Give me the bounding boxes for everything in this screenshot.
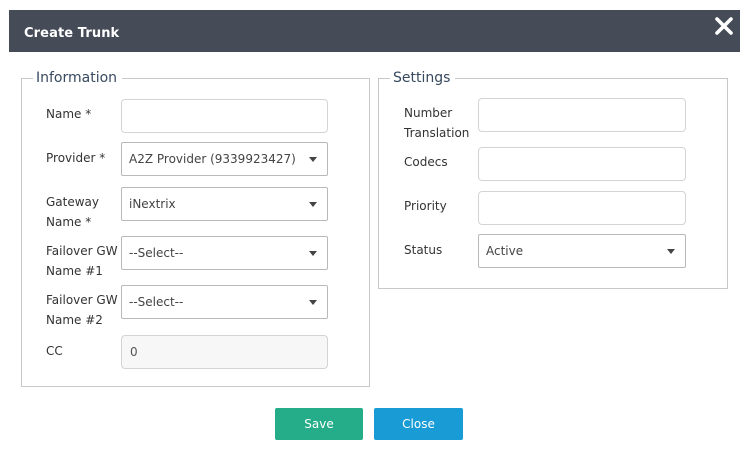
provider-label: Provider * [46,151,106,165]
failover2-select[interactable]: --Select-- [121,285,328,319]
cc-input[interactable] [121,335,328,369]
gateway-label-line1: Gateway [46,195,100,209]
status-selected-value: Active [486,244,524,258]
name-input[interactable] [121,99,328,133]
failover1-label-line1: Failover GW [46,244,118,258]
dialog-title: Create Trunk [24,26,120,41]
failover1-selected-value: --Select-- [129,246,184,260]
priority-input[interactable] [478,191,686,225]
chevron-down-icon [667,249,675,254]
codecs-label: Codecs [404,155,448,169]
number-translation-label-line1: Number [404,106,453,120]
chevron-down-icon [309,251,317,256]
gateway-select[interactable]: iNextrix [121,187,328,221]
name-label: Name * [46,107,92,121]
failover2-label-line1: Failover GW [46,293,118,307]
failover1-select[interactable]: --Select-- [121,236,328,270]
failover2-label-line2: Name #2 [46,313,103,327]
number-translation-input[interactable] [478,98,686,132]
information-legend: Information [33,69,123,87]
provider-selected-value: A2Z Provider (9339923427) [129,152,296,166]
status-label: Status [404,243,443,257]
number-translation-label-line2: Translation [404,126,470,140]
settings-section: Settings Number Translation Codecs Prior… [378,69,728,289]
gateway-label-line2: Name * [46,215,92,229]
settings-legend: Settings [390,69,456,87]
information-section: Information Name * Provider * A2Z Provid… [21,69,370,387]
codecs-input[interactable] [478,147,686,181]
failover1-label-line2: Name #1 [46,264,103,278]
chevron-down-icon [309,157,317,162]
chevron-down-icon [309,300,317,305]
close-icon[interactable] [712,14,736,38]
failover2-selected-value: --Select-- [129,295,184,309]
provider-select[interactable]: A2Z Provider (9339923427) [121,142,328,176]
chevron-down-icon [309,202,317,207]
dialog-header: Create Trunk [9,10,740,52]
gateway-selected-value: iNextrix [129,197,176,211]
create-trunk-dialog: Create Trunk Information Name * Provider… [0,0,750,471]
status-select[interactable]: Active [478,234,686,268]
cc-label: CC [46,344,63,358]
priority-label: Priority [404,199,447,213]
close-button[interactable]: Close [374,408,463,440]
save-button[interactable]: Save [275,408,363,440]
